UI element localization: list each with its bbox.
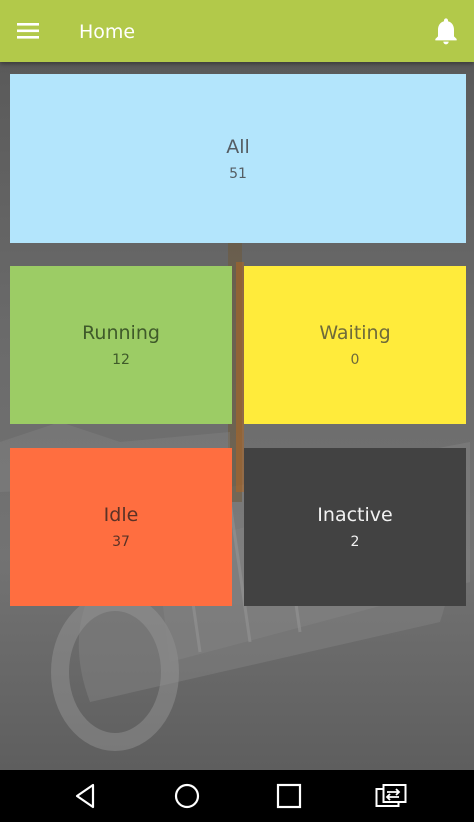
tile-label: Waiting <box>319 322 391 344</box>
dashboard-content: All 51 Running 12 Waiting 0 Idle 37 Inac… <box>0 62 474 770</box>
back-icon[interactable] <box>72 782 100 810</box>
tile-count: 37 <box>112 534 130 550</box>
tile-idle[interactable]: Idle 37 <box>10 448 232 606</box>
tile-label: Running <box>82 322 160 344</box>
bell-icon[interactable] <box>430 15 462 47</box>
recents-icon[interactable] <box>275 782 303 810</box>
menu-icon[interactable] <box>12 15 46 47</box>
tile-inactive[interactable]: Inactive 2 <box>244 448 466 606</box>
tile-count: 2 <box>350 534 360 550</box>
tile-count: 12 <box>112 352 130 368</box>
tile-label: Inactive <box>317 504 393 526</box>
screen-switch-icon[interactable] <box>375 782 407 810</box>
tile-waiting[interactable]: Waiting 0 <box>244 266 466 424</box>
tile-label: Idle <box>103 504 139 526</box>
system-nav-bar <box>0 770 474 822</box>
tile-all[interactable]: All 51 <box>10 74 466 243</box>
tile-running[interactable]: Running 12 <box>10 266 232 424</box>
tile-count: 0 <box>350 352 360 368</box>
home-icon[interactable] <box>173 782 201 810</box>
tile-label: All <box>226 135 250 158</box>
page-title: Home <box>79 21 136 43</box>
app-bar: Home <box>0 0 474 62</box>
tile-count: 51 <box>229 165 247 182</box>
